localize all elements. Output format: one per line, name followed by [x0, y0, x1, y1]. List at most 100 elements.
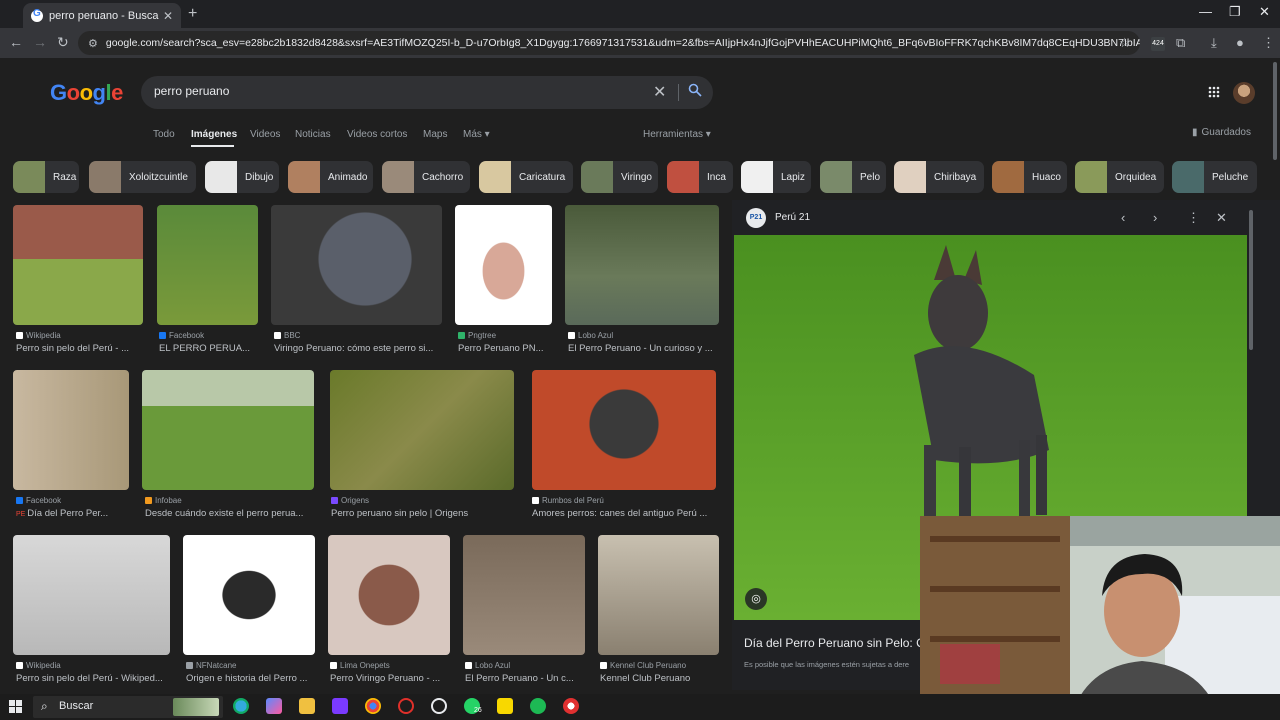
result-source[interactable]: Infobae: [145, 496, 182, 505]
app-icon-2[interactable]: [563, 698, 579, 714]
tab-maps[interactable]: Maps: [423, 129, 447, 140]
address-bar[interactable]: ⚙ google.com/search?sca_esv=e28bc2b1832d…: [78, 31, 1140, 55]
result-title[interactable]: Perro peruano sin pelo | Origens: [331, 508, 513, 519]
chip-animado[interactable]: Animado: [288, 161, 373, 193]
browser-tab[interactable]: perro peruano - Buscar con Go ✕: [23, 3, 181, 28]
extension-badge[interactable]: 424: [1151, 37, 1165, 51]
result-title[interactable]: Perro Viringo Peruano - ...: [330, 673, 450, 684]
result-title[interactable]: Origen e historia del Perro ...: [186, 673, 316, 684]
chrome-menu-icon[interactable]: ⋮: [1262, 35, 1275, 51]
download-icon[interactable]: ⤓: [1211, 35, 1217, 51]
opera-icon[interactable]: [398, 698, 414, 714]
result-image[interactable]: [13, 535, 170, 655]
chip-chiribaya[interactable]: Chiribaya: [894, 161, 984, 193]
panel-scrollbar[interactable]: [1249, 210, 1253, 350]
sticky-notes-icon[interactable]: [497, 698, 513, 714]
result-source[interactable]: Lobo Azul: [465, 661, 510, 670]
chevron-right-icon[interactable]: ›: [1153, 210, 1157, 225]
more-options-icon[interactable]: ⋮: [1187, 210, 1200, 226]
forward-icon[interactable]: →: [33, 34, 47, 50]
result-image[interactable]: [565, 205, 719, 325]
window-close-icon[interactable]: ✕: [1259, 4, 1270, 20]
result-image[interactable]: [532, 370, 716, 490]
result-source[interactable]: Kennel Club Peruano: [600, 661, 686, 670]
panel-source-name[interactable]: Perú 21: [775, 212, 810, 223]
chip-peluche[interactable]: Peluche: [1172, 161, 1257, 193]
panel-title[interactable]: Día del Perro Peruano sin Pelo: C: [744, 636, 920, 650]
tab-videos-cortos[interactable]: Videos cortos: [347, 129, 407, 140]
result-source[interactable]: Wikipedia: [16, 331, 61, 340]
saved-button[interactable]: ▮ Guardados: [1192, 127, 1251, 138]
bookmark-star-icon[interactable]: ☆: [1119, 35, 1131, 51]
tab-close-icon[interactable]: ✕: [163, 9, 173, 23]
tools-button[interactable]: Herramientas ▾: [643, 129, 711, 140]
search-icon[interactable]: [688, 83, 702, 97]
result-image[interactable]: [271, 205, 442, 325]
close-icon[interactable]: ✕: [653, 82, 666, 102]
tab-todo[interactable]: Todo: [153, 129, 175, 140]
result-source[interactable]: Origens: [331, 496, 369, 505]
result-source[interactable]: Lobo Azul: [568, 331, 613, 340]
result-image[interactable]: [463, 535, 585, 655]
chip-dibujo[interactable]: Dibujo: [205, 161, 279, 193]
chip-orquidea[interactable]: Orquidea: [1075, 161, 1164, 193]
chip-xoloitzcuintle[interactable]: Xoloitzcuintle: [89, 161, 196, 193]
tab-imagenes[interactable]: Imágenes: [191, 129, 237, 140]
result-source[interactable]: BBC: [274, 331, 300, 340]
result-source[interactable]: Wikipedia: [16, 661, 61, 670]
result-title[interactable]: El Perro Peruano - Un curioso y ...: [568, 343, 720, 354]
close-panel-icon[interactable]: ✕: [1216, 210, 1227, 226]
result-image[interactable]: [13, 205, 143, 325]
result-title[interactable]: EL PERRO PERUA...: [159, 343, 259, 354]
tab-noticias[interactable]: Noticias: [295, 129, 331, 140]
chip-caricatura[interactable]: Caricatura: [479, 161, 573, 193]
result-title[interactable]: Perro Peruano PN...: [458, 343, 553, 354]
chip-inca[interactable]: Inca: [667, 161, 733, 193]
result-image[interactable]: [455, 205, 552, 325]
profile-icon[interactable]: ●: [1236, 35, 1244, 50]
restore-icon[interactable]: ❐: [1229, 4, 1241, 20]
chip-lapiz[interactable]: Lapiz: [741, 161, 811, 193]
tab-videos[interactable]: Videos: [250, 129, 280, 140]
site-info-icon[interactable]: ⚙: [88, 37, 98, 50]
result-image[interactable]: [328, 535, 450, 655]
result-title[interactable]: El Perro Peruano - Un c...: [465, 673, 585, 684]
result-image[interactable]: [330, 370, 514, 490]
result-title[interactable]: Viringo Peruano: cómo este perro si...: [274, 343, 439, 354]
result-image[interactable]: [183, 535, 315, 655]
result-image[interactable]: [598, 535, 719, 655]
new-tab-button[interactable]: +: [188, 5, 197, 23]
windows-start-icon[interactable]: [9, 700, 22, 713]
chip-cachorro[interactable]: Cachorro: [382, 161, 470, 193]
chrome-icon[interactable]: [365, 698, 381, 714]
result-title[interactable]: Perro sin pelo del Perú - Wikiped...: [16, 673, 168, 684]
chip-huaco[interactable]: Huaco: [992, 161, 1067, 193]
page-scrollbar[interactable]: [1273, 62, 1277, 160]
google-logo[interactable]: Google: [50, 80, 123, 106]
result-source[interactable]: Facebook: [159, 331, 204, 340]
chatgpt-icon[interactable]: [431, 698, 447, 714]
result-image[interactable]: [142, 370, 314, 490]
lens-icon[interactable]: ◎: [745, 588, 767, 610]
result-source[interactable]: Rumbos del Perú: [532, 496, 604, 505]
search-input[interactable]: [154, 84, 634, 98]
chevron-left-icon[interactable]: ‹: [1121, 210, 1125, 225]
taskbar-search[interactable]: ⌕ Buscar: [33, 696, 223, 718]
back-icon[interactable]: ←: [9, 34, 23, 50]
edge-icon[interactable]: [233, 698, 249, 714]
result-title[interactable]: Perro sin pelo del Perú - ...: [16, 343, 146, 354]
chip-pelo[interactable]: Pelo: [820, 161, 886, 193]
apps-grid-icon[interactable]: [1208, 86, 1220, 98]
extensions-icon[interactable]: ⧉: [1176, 35, 1185, 51]
result-image[interactable]: [13, 370, 129, 490]
result-image[interactable]: [157, 205, 258, 325]
tab-mas[interactable]: Más ▾: [463, 129, 490, 140]
result-source[interactable]: Lima Onepets: [330, 661, 390, 670]
avatar[interactable]: [1233, 82, 1255, 104]
result-source[interactable]: Pngtree: [458, 331, 496, 340]
result-title[interactable]: PE Día del Perro Per...: [16, 508, 128, 519]
result-title[interactable]: Desde cuándo existe el perro perua...: [145, 508, 313, 519]
chip-viringo[interactable]: Viringo: [581, 161, 658, 193]
result-title[interactable]: Kennel Club Peruano: [600, 673, 718, 684]
chip-raza[interactable]: Raza: [13, 161, 79, 193]
